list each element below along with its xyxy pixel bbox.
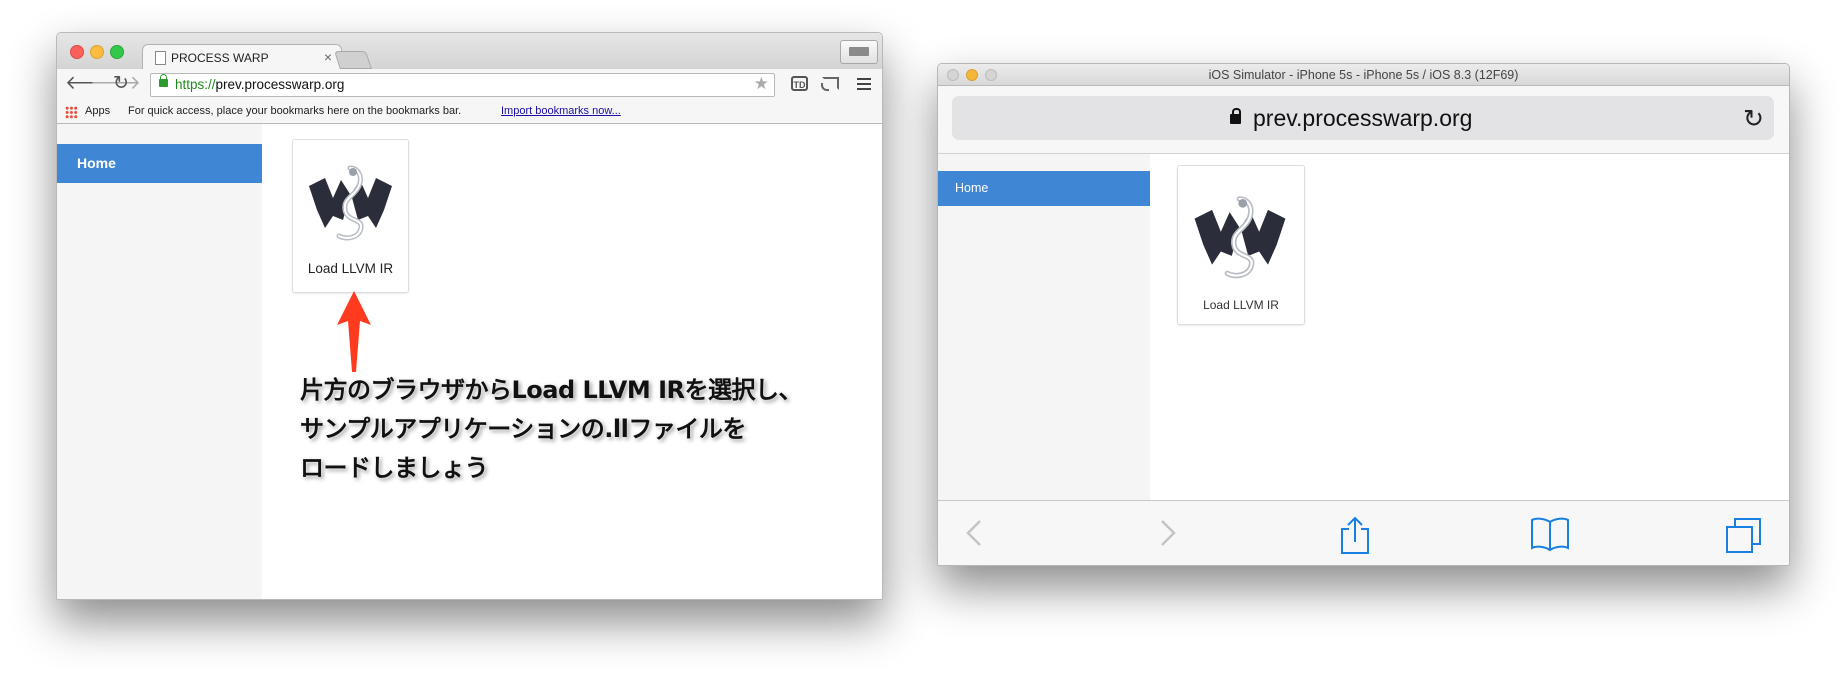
close-window-button[interactable]: [70, 45, 84, 59]
chrome-toolbar: 🡐 🡒 ↻ https://prev.processwarp.org ★ TD: [57, 69, 882, 100]
instruction-annotation: 片方のブラウザからLoad LLVM IRを選択し、 サンプルアプリケーションの…: [300, 371, 803, 488]
bookmark-star-icon[interactable]: ★: [754, 74, 769, 94]
chrome-window: PROCESS WARP × 🡐 🡒 ↻ https://prev.proces…: [56, 32, 883, 600]
annotation-line-2: サンプルアプリケーションの.llファイルを: [300, 415, 746, 443]
sidebar: Home: [57, 124, 262, 599]
load-llvm-ir-card[interactable]: Load LLVM IR: [292, 139, 409, 293]
bookmarks-bar: Apps For quick access, place your bookma…: [57, 100, 882, 124]
red-up-arrow-icon: [337, 291, 371, 372]
tab-process-warp[interactable]: PROCESS WARP ×: [142, 44, 342, 71]
chrome-tab-strip: PROCESS WARP ×: [57, 33, 882, 71]
cast-icon[interactable]: [821, 77, 839, 91]
profile-button[interactable]: [840, 40, 878, 64]
url-host: prev.processwarp.org: [215, 77, 345, 92]
apps-grid-icon[interactable]: [65, 106, 78, 119]
back-icon[interactable]: [960, 516, 990, 550]
safari-address-bar: prev.processwarp.org ↻: [938, 86, 1789, 154]
simulator-titlebar: iOS Simulator - iPhone 5s - iPhone 5s / …: [938, 64, 1789, 86]
llvm-dragon-icon: [1194, 196, 1286, 279]
forward-icon[interactable]: [1152, 516, 1182, 550]
sidebar-item-label: Home: [955, 181, 989, 195]
safari-page-content: Home Load LLVM IR: [938, 154, 1789, 500]
profile-icon: [849, 47, 869, 56]
apps-shortcut[interactable]: Apps: [85, 105, 110, 117]
lock-icon: [1230, 108, 1241, 124]
safari-bottom-toolbar: [938, 500, 1789, 565]
sidebar: Home: [938, 154, 1150, 500]
card-label: Load LLVM IR: [307, 261, 394, 276]
reload-icon[interactable]: ↻: [1743, 104, 1764, 134]
bookmarks-icon[interactable]: [1530, 516, 1570, 552]
llvm-dragon-icon: [309, 165, 392, 241]
zoom-window-button[interactable]: [110, 45, 124, 59]
tab-title: PROCESS WARP: [171, 51, 269, 65]
import-bookmarks-link[interactable]: Import bookmarks now...: [501, 105, 621, 117]
sidebar-item-home[interactable]: Home: [938, 171, 1150, 206]
safari-url-field[interactable]: prev.processwarp.org ↻: [952, 96, 1774, 140]
chrome-menu-icon[interactable]: [857, 78, 871, 93]
load-llvm-ir-card[interactable]: Load LLVM IR: [1177, 165, 1305, 325]
url-scheme: https://: [175, 77, 216, 92]
tabs-icon[interactable]: [1724, 516, 1764, 556]
tab-close-icon[interactable]: ×: [324, 49, 332, 65]
simulator-title: iOS Simulator - iPhone 5s - iPhone 5s / …: [1208, 68, 1519, 82]
sidebar-item-label: Home: [77, 155, 116, 171]
chrome-page-content: Home Load LLVM IR 片方のブラウザからLoad LLVM IRを…: [57, 124, 882, 599]
address-bar[interactable]: https://prev.processwarp.org ★: [150, 73, 775, 97]
new-tab-button[interactable]: [334, 51, 372, 69]
ios-simulator-window: iOS Simulator - iPhone 5s - iPhone 5s / …: [937, 63, 1790, 566]
address-text[interactable]: https://prev.processwarp.org: [175, 77, 344, 92]
minimize-window-button[interactable]: [90, 45, 104, 59]
sidebar-item-home[interactable]: Home: [57, 144, 262, 183]
annotation-line-1: 片方のブラウザからLoad LLVM IRを選択し、: [300, 376, 803, 404]
secure-lock-icon: [159, 74, 168, 87]
reload-button[interactable]: ↻: [113, 73, 129, 95]
bookmarks-hint: For quick access, place your bookmarks h…: [128, 105, 462, 117]
share-icon[interactable]: [1338, 516, 1372, 556]
card-label: Load LLVM IR: [1203, 298, 1279, 312]
safari-url-text: prev.processwarp.org: [1253, 105, 1473, 131]
annotation-line-3: ロードしましょう: [300, 454, 489, 482]
page-icon: [155, 51, 166, 65]
extension-icon[interactable]: TD: [791, 76, 808, 91]
